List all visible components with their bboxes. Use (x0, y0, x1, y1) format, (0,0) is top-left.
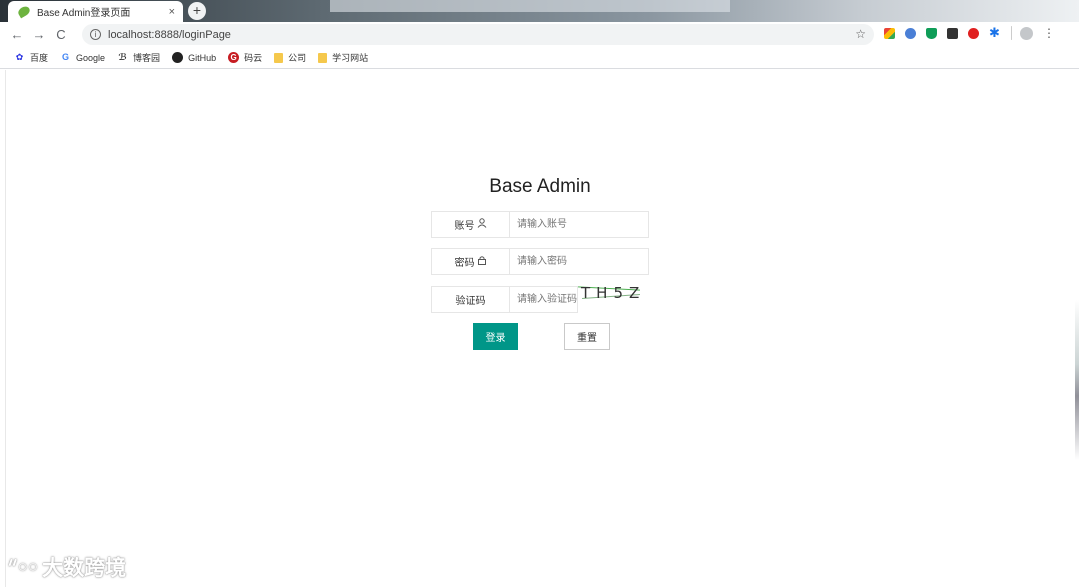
shield-extension-icon[interactable] (926, 27, 937, 39)
bookmark-gitee[interactable]: G 码云 (228, 51, 262, 64)
browser-tab[interactable]: Base Admin登录页面 × (8, 1, 183, 22)
login-title: Base Admin (489, 176, 591, 197)
tab-strip: Base Admin登录页面 × + (0, 0, 1079, 22)
user-icon (477, 218, 487, 231)
watermark: ᐥ○○ 大数跨境 (8, 553, 126, 581)
bookmark-label: Google (76, 52, 106, 63)
back-button[interactable]: ← (6, 27, 28, 42)
bookmark-label: 码云 (244, 53, 263, 63)
bookmark-baidu[interactable]: ✿ 百度 (14, 51, 48, 64)
page-content (0, 70, 1079, 587)
bookmark-label: 博客园 (133, 53, 161, 63)
captcha-image[interactable]: TH5Z (578, 284, 642, 304)
bookmark-label: 学习网站 (332, 53, 369, 63)
password-input[interactable] (509, 248, 649, 275)
page-edge (5, 70, 6, 587)
tab-close-icon[interactable]: × (169, 6, 175, 18)
extensions-area: ✱ ⋮ (884, 26, 1059, 40)
extension-icon[interactable] (884, 27, 895, 39)
reset-button[interactable]: 重置 (564, 323, 610, 350)
bookmark-google[interactable]: G Google (60, 52, 105, 63)
page-edge (1075, 300, 1079, 460)
password-row: 密码 (431, 248, 649, 275)
lock-icon (477, 255, 487, 268)
bookmark-star-icon[interactable]: ☆ (855, 27, 866, 41)
account-row: 账号 (431, 211, 649, 238)
github-icon (172, 52, 184, 63)
gitee-icon: G (228, 52, 240, 63)
account-label: 账号 (431, 211, 509, 238)
reload-button[interactable]: C (50, 27, 72, 42)
toolbar-divider (1011, 26, 1012, 40)
site-info-icon[interactable]: i (90, 29, 101, 40)
bookmark-cnblogs[interactable]: ℬ 博客园 (117, 51, 160, 64)
extension-icon[interactable] (968, 27, 979, 39)
bookmark-github[interactable]: GitHub (172, 52, 216, 63)
watermark-text: 大数跨境 (42, 557, 127, 580)
captcha-input[interactable] (509, 286, 578, 313)
profile-avatar-icon[interactable] (1020, 26, 1033, 40)
bookmark-folder-learning[interactable]: 学习网站 (318, 51, 368, 64)
asterisk-extension-icon[interactable]: ✱ (989, 26, 1001, 39)
bookmarks-bar: ✿ 百度 G Google ℬ 博客园 GitHub G 码云 公司 学习网站 (0, 47, 1079, 69)
bookmark-label: GitHub (188, 52, 217, 63)
password-label-text: 密码 (454, 258, 475, 269)
account-label-text: 账号 (454, 221, 475, 232)
bookmark-folder-company[interactable]: 公司 (274, 51, 306, 64)
captcha-label-text: 验证码 (455, 296, 486, 307)
spring-leaf-icon (16, 4, 32, 19)
login-button[interactable]: 登录 (473, 323, 518, 350)
address-bar[interactable]: i localhost:8888/loginPage ☆ (82, 24, 874, 45)
password-label: 密码 (431, 248, 509, 275)
captcha-row: 验证码 (431, 286, 578, 313)
tab-strip-background (330, 0, 730, 12)
captcha-code: TH5Z (581, 284, 646, 302)
folder-icon (318, 52, 328, 63)
bookmark-label: 百度 (30, 53, 49, 63)
google-icon: G (62, 52, 70, 62)
watermark-logo-icon: ᐥ○○ (8, 557, 39, 576)
extension-icon[interactable] (905, 27, 916, 39)
captcha-label: 验证码 (431, 286, 509, 313)
url-text[interactable]: localhost:8888/loginPage (108, 29, 231, 41)
new-tab-button[interactable]: + (188, 2, 206, 20)
menu-icon[interactable]: ⋮ (1043, 27, 1055, 39)
account-input[interactable] (509, 211, 649, 238)
cnblogs-icon: ℬ (118, 52, 127, 62)
browser-toolbar: ← → C i localhost:8888/loginPage ☆ ✱ ⋮ (0, 22, 1079, 47)
folder-icon (274, 52, 284, 63)
forward-button[interactable]: → (28, 27, 50, 42)
extension-icon[interactable] (947, 27, 958, 39)
bookmark-label: 公司 (288, 53, 307, 63)
tab-title: Base Admin登录页面 (37, 8, 131, 19)
baidu-icon: ✿ (15, 52, 24, 62)
